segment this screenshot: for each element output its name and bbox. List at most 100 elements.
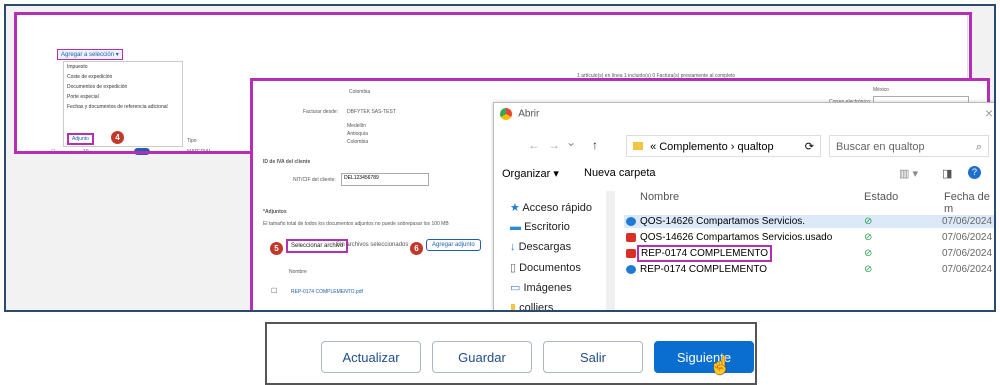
sync-status-icon: ⊘ bbox=[864, 264, 873, 275]
menu-item-documentos[interactable]: Documentos de expedición bbox=[64, 82, 182, 92]
file-row[interactable]: REP-0174 COMPLEMENTO ⊘ 07/06/2024 bbox=[624, 263, 994, 276]
next-button[interactable]: Siguiente bbox=[654, 341, 754, 373]
forward-arrow-icon[interactable]: → bbox=[548, 138, 560, 152]
navigation-bar: ← → ⌄ ↑ « Complemento › qualtop ⟳ Buscar… bbox=[494, 135, 994, 159]
dialog-title-bar: Abrir bbox=[500, 108, 539, 120]
pdf-icon bbox=[626, 233, 636, 242]
file-row-selected[interactable]: REP-0174 COMPLEMENTO ⊘ 07/06/2024 bbox=[624, 245, 994, 262]
add-to-selection-button[interactable]: Agregar a selección ▾ bbox=[57, 49, 123, 60]
up-arrow-icon[interactable]: ↑ bbox=[592, 138, 598, 152]
file-checkbox[interactable]: ☐ bbox=[271, 287, 277, 295]
download-icon: ↓ bbox=[510, 241, 519, 253]
nav-desktop[interactable]: ▬ Escritorio bbox=[510, 221, 570, 233]
adjuntos-title: *Adjuntos bbox=[263, 209, 287, 215]
nombre-column: Nombre bbox=[289, 269, 307, 275]
facturar-value: DBFYTEK SAS-TEST bbox=[347, 109, 396, 115]
file-row[interactable]: QOS-14626 Compartamos Servicios. ⊘ 07/06… bbox=[624, 215, 994, 228]
address-path: « Complemento › qualtop bbox=[650, 141, 774, 153]
address-line-1: Medellín bbox=[347, 123, 366, 129]
new-folder-button[interactable]: Nueva carpeta bbox=[584, 167, 656, 179]
column-status[interactable]: Estado bbox=[864, 191, 898, 203]
image-icon: ▭ bbox=[510, 282, 524, 294]
column-name[interactable]: Nombre bbox=[640, 191, 679, 203]
refresh-icon[interactable]: ⟳ bbox=[805, 136, 814, 158]
step-badge-4: 4 bbox=[111, 131, 124, 144]
no-file-text: Sin archivos seleccionados bbox=[336, 242, 409, 248]
nav-label: Escritorio bbox=[524, 221, 570, 233]
address-bar[interactable]: « Complemento › qualtop ⟳ bbox=[626, 135, 821, 157]
footer-actions: Actualizar Guardar Salir Siguiente ☝ bbox=[265, 322, 757, 385]
row-checkbox[interactable]: ☐ bbox=[51, 149, 55, 155]
sync-status-icon: ⊘ bbox=[864, 248, 873, 259]
file-name: QOS-14626 Compartamos Servicios.usado bbox=[640, 232, 833, 243]
nav-label: colliers bbox=[519, 302, 554, 312]
search-icon: ⌕ bbox=[975, 141, 982, 153]
nav-label: Descargas bbox=[518, 241, 572, 253]
search-placeholder: Buscar en qualtop bbox=[836, 141, 925, 153]
update-button[interactable]: Actualizar bbox=[321, 341, 421, 373]
save-button[interactable]: Guardar bbox=[432, 341, 532, 373]
file-date: 07/06/2024 bbox=[942, 232, 993, 243]
dialog-toolbar: Organizar ▾ Nueva carpeta ▥ ▾ ◨ ? bbox=[494, 165, 994, 185]
address-line-2: Antioquia bbox=[347, 131, 368, 137]
file-row[interactable]: QOS-14626 Compartamos Servicios.usado ⊘ … bbox=[624, 231, 994, 244]
folder-icon: ▮ bbox=[510, 302, 520, 312]
nav-images[interactable]: ▭ Imágenes bbox=[510, 281, 572, 294]
col-tipo: Tipo bbox=[187, 138, 197, 144]
recent-locations-icon[interactable]: ⌄ bbox=[566, 135, 576, 149]
dialog-title: Abrir bbox=[518, 108, 540, 120]
desktop-icon: ▬ bbox=[510, 221, 525, 233]
close-icon[interactable]: × bbox=[985, 105, 993, 121]
open-file-dialog: Abrir × ← → ⌄ ↑ « Complemento › qualtop … bbox=[493, 102, 994, 312]
menu-item-impuesto[interactable]: Impuesto bbox=[64, 62, 182, 72]
hand-cursor-icon: ☝ bbox=[709, 355, 732, 375]
help-icon[interactable]: ? bbox=[968, 166, 981, 179]
menu-item-fechas[interactable]: Fechas y documentos de referencia adicio… bbox=[64, 102, 182, 112]
address-line-3: Colombia bbox=[347, 139, 369, 145]
menu-item-adjunto[interactable]: Adjunto bbox=[67, 133, 94, 145]
edge-icon bbox=[626, 217, 636, 226]
nit-input[interactable]: DEL123456789 bbox=[341, 173, 429, 186]
nav-scrollbar[interactable] bbox=[606, 191, 615, 310]
star-icon: ★ bbox=[510, 202, 523, 214]
navigation-pane: ★ Acceso rápido ▬ Escritorio ↓ Descargas… bbox=[494, 191, 606, 312]
sync-status-icon: ⊘ bbox=[864, 216, 873, 227]
file-name: QOS-14626 Compartamos Servicios. bbox=[640, 216, 806, 227]
iva-section-title: ID de IVA del cliente bbox=[263, 159, 311, 165]
file-date: 07/06/2024 bbox=[942, 216, 993, 227]
size-note: El tamaño total de todos los documentos … bbox=[263, 221, 449, 227]
row-material: MATERIAL bbox=[187, 149, 212, 155]
menu-item-porte[interactable]: Porte especial bbox=[64, 92, 182, 102]
add-attachment-button[interactable]: Agregar adjunto bbox=[426, 239, 481, 251]
screenshot-frame: Agregar a selección ▾ Impuesto Coste de … bbox=[4, 4, 996, 312]
nav-label: Imágenes bbox=[523, 282, 572, 294]
nav-colliers[interactable]: ▮ colliers bbox=[510, 301, 554, 312]
view-options-icon[interactable]: ▥ ▾ bbox=[899, 167, 918, 180]
row-number: 10 bbox=[83, 149, 89, 155]
step-badge-6: 6 bbox=[410, 242, 423, 255]
nav-label: Documentos bbox=[519, 262, 581, 274]
country-top: Colombia bbox=[349, 89, 371, 95]
search-input[interactable]: Buscar en qualtop ⌕ bbox=[829, 135, 989, 157]
file-date: 07/06/2024 bbox=[942, 248, 993, 259]
exit-button[interactable]: Salir bbox=[543, 341, 643, 373]
file-name: REP-0174 COMPLEMENTO bbox=[640, 264, 768, 275]
column-date[interactable]: Fecha de m bbox=[944, 191, 994, 215]
attached-file-link[interactable]: REP-0174 COMPLEMENTO.pdf bbox=[291, 289, 363, 295]
step-badge-5: 5 bbox=[270, 242, 283, 255]
edge-icon bbox=[626, 265, 636, 274]
sync-status-icon: ⊘ bbox=[864, 232, 873, 243]
back-arrow-icon[interactable]: ← bbox=[528, 138, 540, 152]
preview-pane-icon[interactable]: ◨ bbox=[942, 167, 952, 180]
document-icon: ▯ bbox=[510, 262, 520, 274]
mexico-text: México bbox=[873, 87, 889, 93]
nav-documents[interactable]: ▯ Documentos bbox=[510, 261, 581, 274]
row-toggle[interactable] bbox=[134, 148, 150, 155]
folder-icon bbox=[633, 142, 643, 150]
file-name: REP-0174 COMPLEMENTO bbox=[637, 245, 773, 262]
nav-label: Acceso rápido bbox=[522, 202, 593, 214]
menu-item-coste[interactable]: Coste de expedición bbox=[64, 72, 182, 82]
nav-quick-access[interactable]: ★ Acceso rápido bbox=[510, 201, 592, 214]
organize-menu[interactable]: Organizar ▾ bbox=[502, 167, 559, 180]
nav-downloads[interactable]: ↓ Descargas bbox=[510, 241, 571, 253]
